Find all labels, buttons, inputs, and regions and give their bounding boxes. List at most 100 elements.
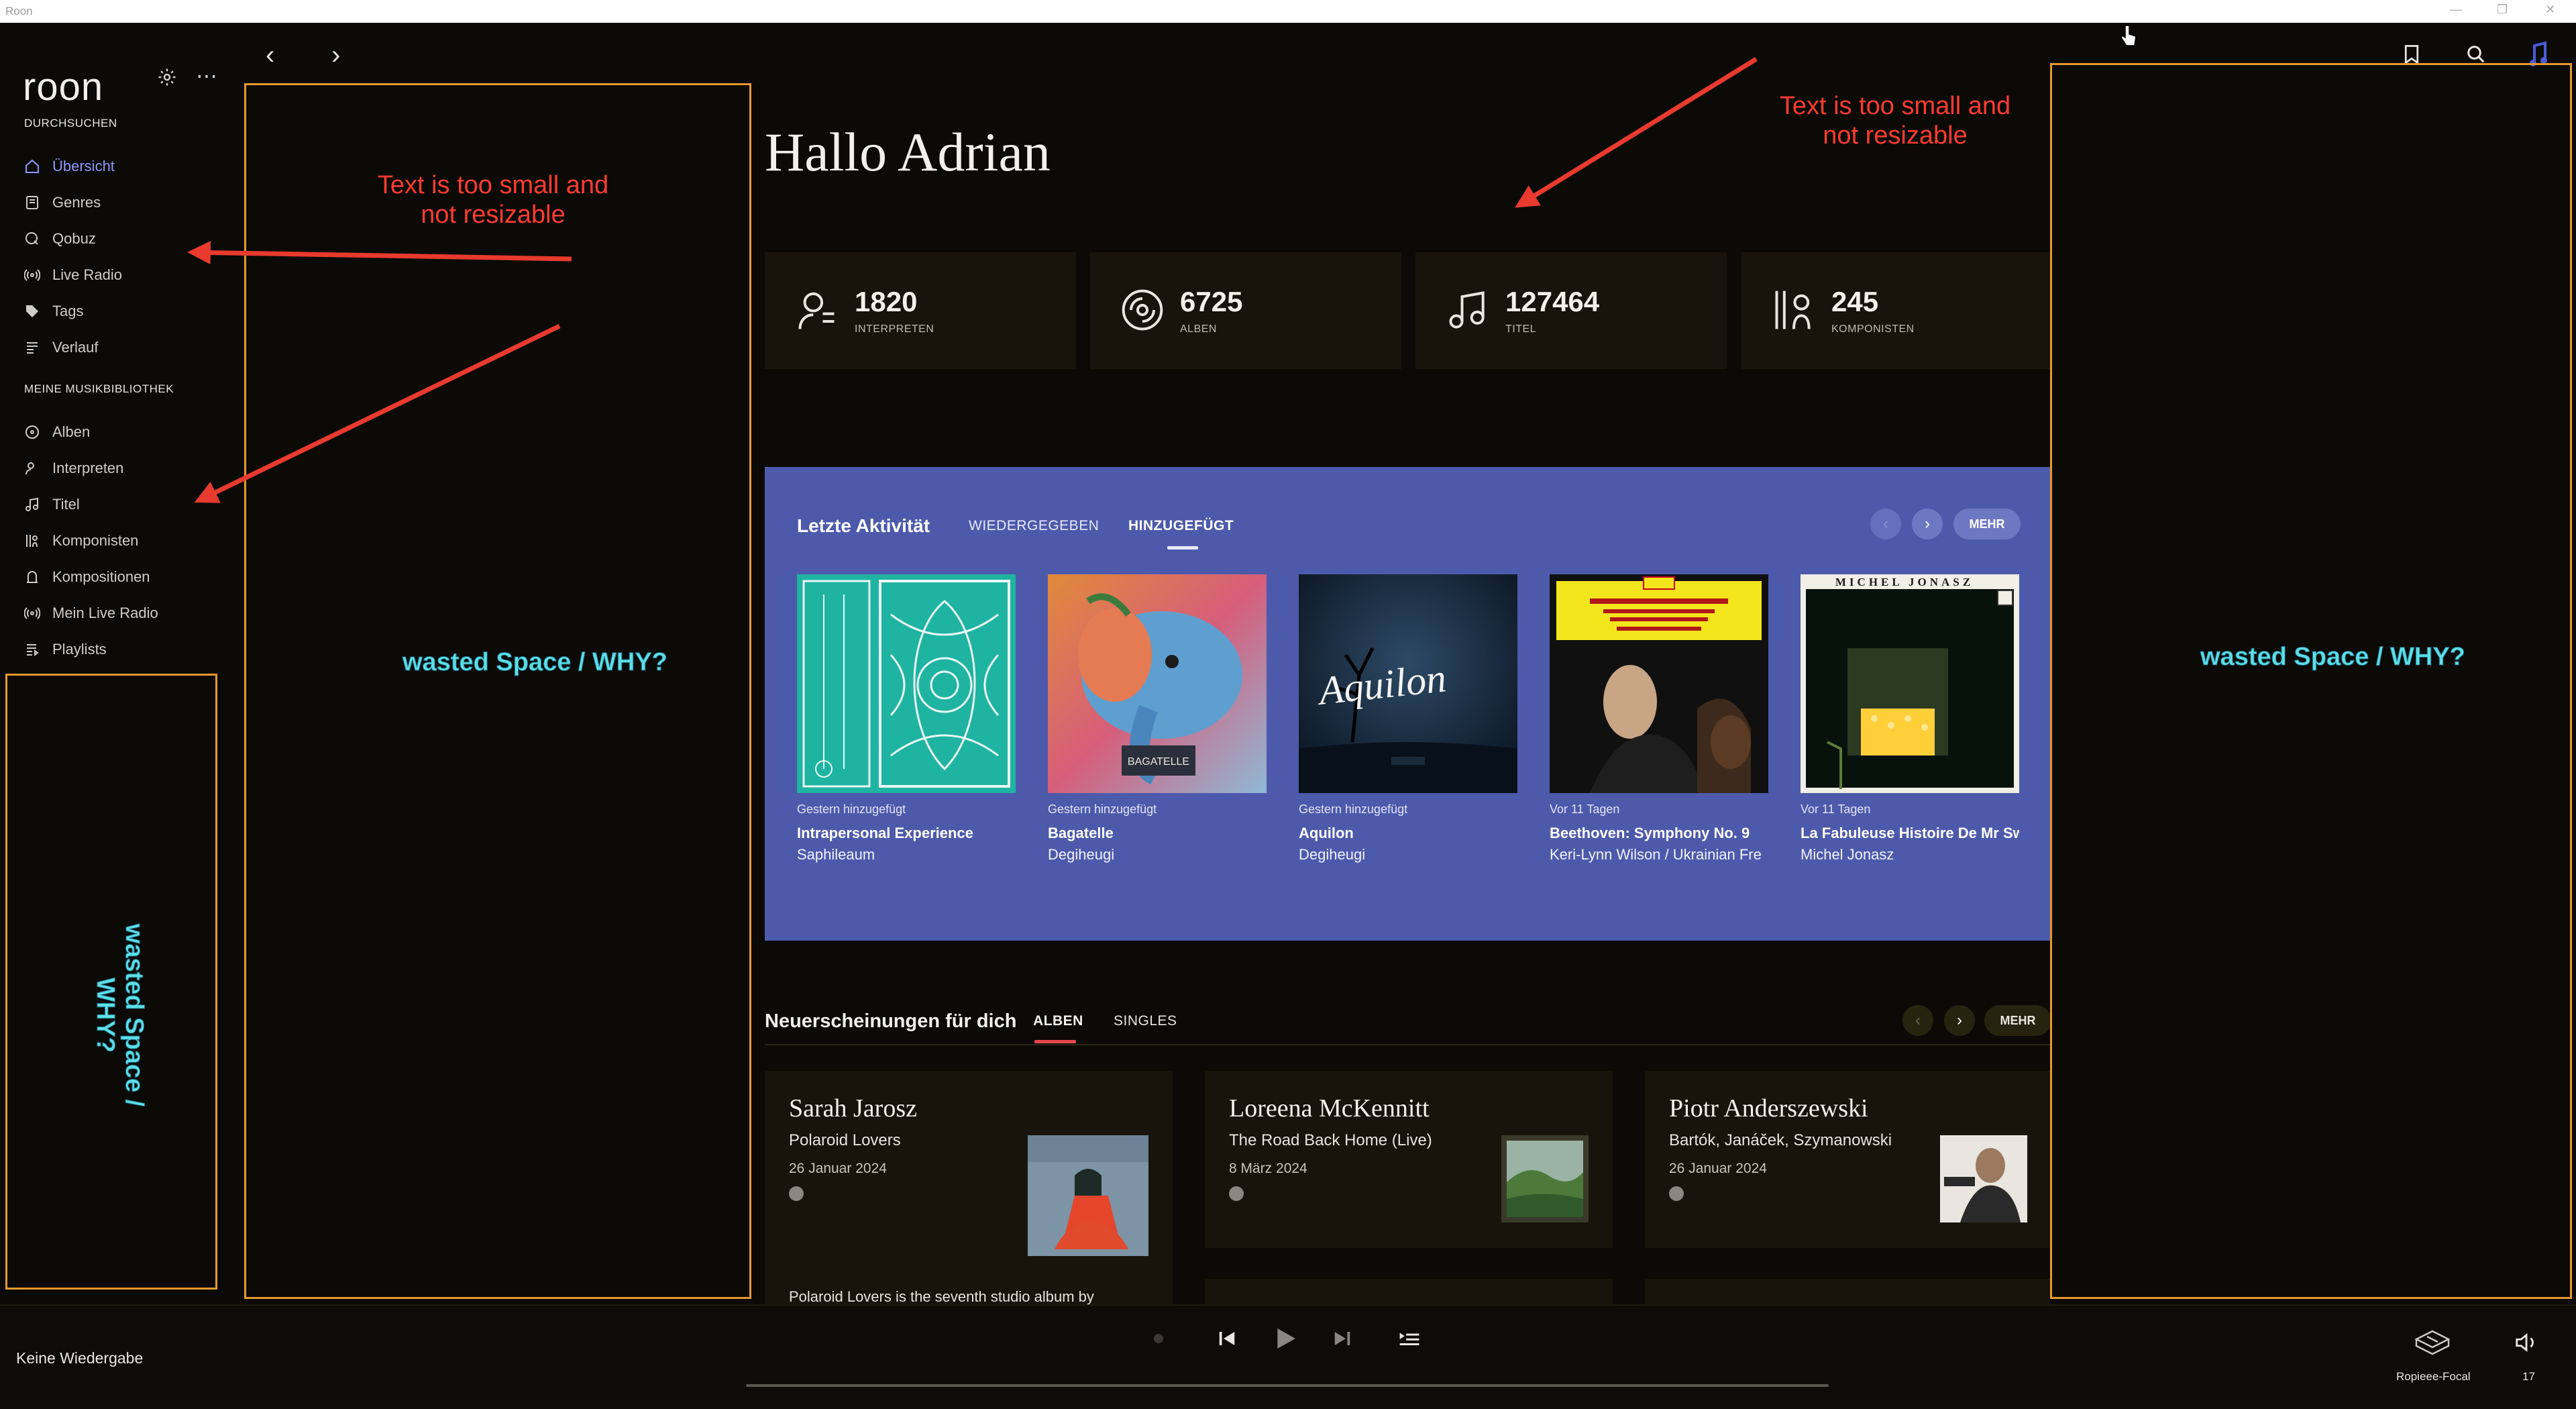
stat-card-interpreten[interactable]: 1820 INTERPRETEN [765,252,1076,369]
album-artist[interactable]: Saphileaum [797,846,1016,864]
play-button[interactable] [1272,1324,1299,1356]
forward-button[interactable]: › [331,40,340,70]
album-title[interactable]: La Fabuleuse Histoire De Mr Swi [1801,825,2019,842]
greeting-heading: Hallo Adrian [765,121,1051,182]
sidebar-item-playlists[interactable]: Playlists [24,636,107,663]
stat-value: 1820 [855,286,918,317]
release-card-placeholder [1645,1279,2050,1306]
activity-card[interactable]: MICHEL JONASZ Vor 11 Tagen La Fabuleuse … [1801,574,2019,864]
album-title[interactable]: Bagatelle [1048,825,1267,842]
stat-card-titel[interactable]: 127464 TITEL [1415,252,1727,369]
radio-mode-icon[interactable] [1154,1334,1163,1343]
tab-wiedergegeben[interactable]: WIEDERGEGEBEN [969,518,1099,534]
tab-hinzugefuegt[interactable]: HINZUGEFÜGT [1128,518,1234,534]
activity-card[interactable]: Aquilon Gestern hinzugefügt Aquilon Degi… [1299,574,1517,864]
sidebar-item-mein-live-radio[interactable]: Mein Live Radio [24,600,158,627]
release-cover [1940,1135,2027,1222]
quality-badge-icon [1669,1186,1684,1201]
composer-icon [24,533,40,549]
next-page-button[interactable]: › [1944,1005,1975,1036]
composer-icon [1771,287,1817,336]
annotation-text: wasted Space / WHY? [91,923,149,1107]
tag-icon [24,303,40,319]
stat-card-alben[interactable]: 6725 ALBEN [1090,252,1401,369]
composition-icon [24,569,40,585]
stat-value: 127464 [1505,286,1600,317]
minimize-button[interactable]: — [2450,3,2462,17]
tab-alben[interactable]: ALBEN [1033,1013,1083,1029]
release-card[interactable]: Loreena McKennitt The Road Back Home (Li… [1205,1071,1613,1248]
release-date: 26 Januar 2024 [789,1161,887,1176]
sidebar-item-label: Übersicht [52,158,115,174]
prev-page-button[interactable]: ‹ [1870,509,1901,539]
sidebar-item-uebersicht[interactable]: Übersicht [24,153,115,180]
stat-label: TITEL [1505,323,1537,335]
stat-label: INTERPRETEN [855,323,934,335]
sidebar-item-qobuz[interactable]: Qobuz [24,225,96,252]
album-cover [797,574,1016,793]
sidebar-item-label: Playlists [52,641,107,658]
release-card[interactable]: Piotr Anderszewski Bartók, Janáček, Szym… [1645,1071,2050,1248]
added-date: Vor 11 Tagen [1801,802,1871,816]
sidebar-item-tags[interactable]: Tags [24,298,83,325]
album-artist[interactable]: Keri-Lynn Wilson / Ukrainian Fre [1550,846,1768,864]
added-date: Gestern hinzugefügt [797,802,906,816]
album-artist[interactable]: Michel Jonasz [1801,846,2019,864]
sidebar-item-alben[interactable]: Alben [24,419,90,446]
added-date: Gestern hinzugefügt [1048,802,1157,816]
album-title[interactable]: Aquilon [1299,825,1517,842]
release-album[interactable]: The Road Back Home (Live) [1229,1131,1432,1150]
qobuz-icon [24,231,40,247]
volume-level: 17 [2522,1370,2535,1383]
stat-card-komponisten[interactable]: 245 KOMPONISTEN [1741,252,2050,369]
release-artist[interactable]: Piotr Anderszewski [1669,1094,1868,1123]
zone-name[interactable]: Ropieee-Focal [2396,1370,2471,1384]
sidebar-item-label: Mein Live Radio [52,605,158,621]
album-title[interactable]: Beethoven: Symphony No. 9 [1550,825,1768,842]
seek-bar[interactable] [746,1384,1829,1387]
release-album[interactable]: Bartók, Janáček, Szymanowski [1669,1131,1892,1150]
sidebar-item-label: Interpreten [52,460,124,476]
tab-underline [1167,546,1198,550]
activity-card[interactable]: BAGATELLE Gestern hinzugefügt Bagatelle … [1048,574,1267,864]
activity-card[interactable]: Vor 11 Tagen Beethoven: Symphony No. 9 K… [1550,574,1768,864]
album-artist[interactable]: Degiheugi [1048,846,1267,864]
volume-icon[interactable] [2513,1330,2540,1359]
release-album[interactable]: Polaroid Lovers [789,1131,901,1150]
annotation-text: Text is too small and not resizable [377,171,609,229]
album-artist[interactable]: Degiheugi [1299,846,1517,864]
release-card[interactable]: Sarah Jarosz Polaroid Lovers 26 Januar 2… [765,1071,1173,1306]
sidebar-item-label: Genres [52,194,101,211]
back-button[interactable]: ‹ [266,40,274,70]
previous-track-button[interactable] [1217,1328,1237,1352]
next-page-button[interactable]: › [1912,509,1943,539]
sidebar-item-verlauf[interactable]: Verlauf [24,334,99,361]
new-releases-title: Neuerscheinungen für dich [765,1010,1017,1032]
sidebar-item-live-radio[interactable]: Live Radio [24,262,122,289]
close-button[interactable]: ✕ [2545,3,2555,17]
sidebar-item-label: Titel [52,496,80,513]
settings-gear-icon[interactable] [157,67,177,92]
sidebar-item-titel[interactable]: Titel [24,491,80,518]
more-options-icon[interactable]: ⋯ [196,63,217,89]
sidebar-item-genres[interactable]: Genres [24,189,101,216]
album-cover: MICHEL JONASZ [1801,574,2019,793]
release-artist[interactable]: Loreena McKennitt [1229,1094,1430,1123]
home-icon [24,158,40,174]
queue-icon[interactable] [1399,1331,1419,1351]
sidebar-item-komponisten[interactable]: Komponisten [24,527,138,554]
release-artist[interactable]: Sarah Jarosz [789,1094,917,1123]
next-track-button[interactable] [1332,1328,1352,1352]
recent-activity-panel: Letzte Aktivität WIEDERGEGEBEN HINZUGEFÜ… [765,467,2050,941]
activity-card[interactable]: Gestern hinzugefügt Intrapersonal Experi… [797,574,1016,864]
prev-page-button[interactable]: ‹ [1902,1005,1933,1036]
sidebar-item-label: Tags [52,303,84,319]
tab-singles[interactable]: SINGLES [1114,1013,1177,1029]
zone-device-icon[interactable] [2412,1327,2453,1360]
sidebar-item-kompositionen[interactable]: Kompositionen [24,564,150,590]
sidebar-item-interpreten[interactable]: Interpreten [24,455,123,482]
album-title[interactable]: Intrapersonal Experience [797,825,1016,842]
maximize-button[interactable]: ❐ [2497,3,2508,17]
new-releases-more-button[interactable]: MEHR [1984,1005,2051,1036]
activity-more-button[interactable]: MEHR [1953,509,2021,539]
